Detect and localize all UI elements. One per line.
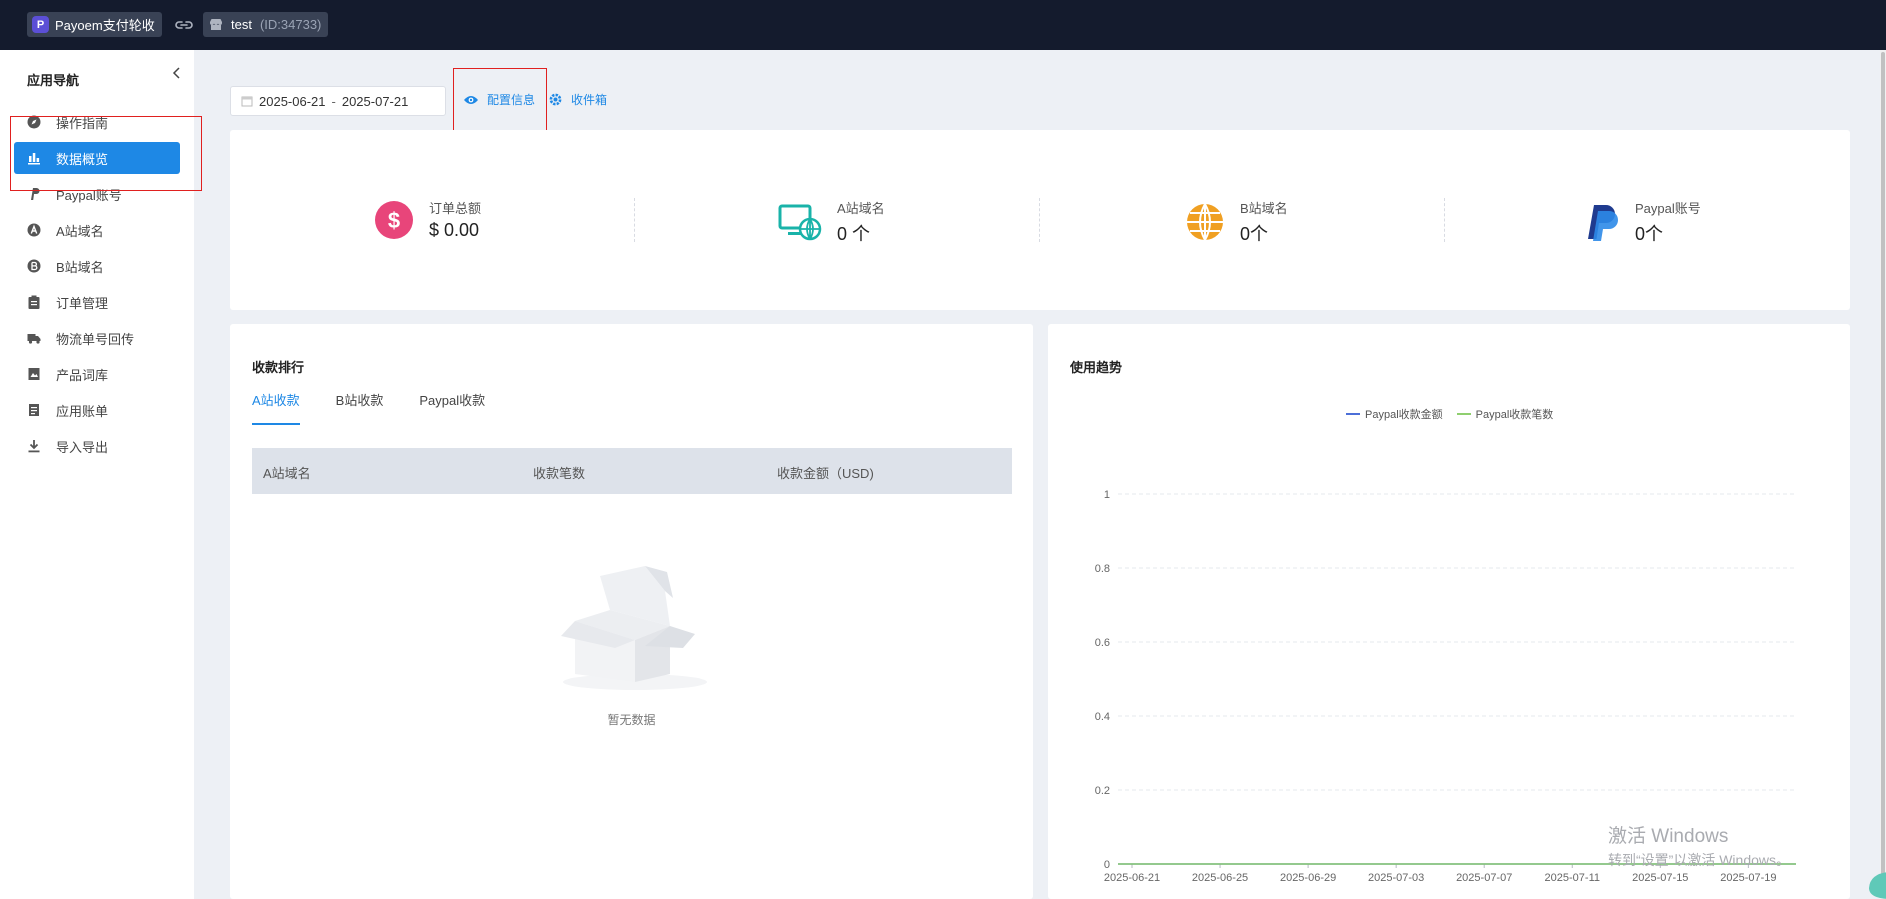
- sidebar-item-tracking[interactable]: 物流单号回传: [0, 320, 194, 356]
- trend-card: 使用趋势 Paypal收款金额 Paypal收款笔数 0 0.2 0.4 0.6 0.8…: [1048, 324, 1850, 899]
- download-icon: [27, 439, 41, 453]
- date-end: 2025-07-21: [341, 93, 409, 109]
- globe-icon: [1187, 203, 1223, 241]
- sidebar-item-label: 应用账单: [56, 403, 109, 419]
- dollar-circle-icon: $: [375, 200, 413, 239]
- inbox-link[interactable]: 收件箱: [548, 91, 607, 108]
- stat-order-total: $ 订单总额 $ 0.00: [374, 198, 481, 241]
- sidebar-item-label: A站域名: [56, 223, 104, 239]
- circle-b-icon: [27, 259, 41, 273]
- stat-value: 0个: [1635, 224, 1664, 244]
- stat-b-domain: B站域名 0个: [1185, 198, 1288, 246]
- highlight-box: [10, 116, 202, 191]
- app-name: Payoem支付轮收: [55, 18, 155, 33]
- store-switcher[interactable]: test (ID:34733): [203, 12, 329, 37]
- column-header: 收款笔数: [533, 466, 586, 481]
- svg-text:$: $: [388, 208, 400, 233]
- stat-value: $ 0.00: [429, 220, 480, 240]
- monitor-globe-icon: [778, 204, 822, 241]
- sidebar-title: 应用导航: [27, 73, 80, 88]
- sidebar-item-import-export[interactable]: 导入导出: [0, 428, 194, 464]
- floating-assistant-icon[interactable]: [1866, 870, 1886, 899]
- store-icon: [210, 19, 222, 30]
- x-tick-label: 2025-07-03: [1368, 872, 1424, 884]
- empty-box-icon: [561, 566, 707, 690]
- watermark-line-1: 激活 Windows: [1608, 826, 1729, 847]
- tab-a-site[interactable]: A站收款: [252, 390, 300, 425]
- sidebar-item-label: 导入导出: [56, 439, 109, 455]
- x-tick-label: 2025-06-29: [1280, 872, 1336, 884]
- config-info-link[interactable]: 配置信息: [463, 91, 535, 108]
- link-icon[interactable]: [174, 16, 194, 34]
- stat-value: 0个: [1240, 224, 1269, 244]
- gear-icon: [549, 93, 562, 106]
- calendar-icon: [241, 96, 253, 107]
- y-tick-label: 1: [1104, 489, 1110, 501]
- tab-b-site[interactable]: B站收款: [336, 390, 384, 425]
- store-name: test: [231, 17, 252, 32]
- truck-icon: [27, 331, 41, 345]
- x-tick-label: 2025-07-11: [1545, 872, 1600, 884]
- y-tick-label: 0.2: [1095, 785, 1110, 797]
- tab-paypal[interactable]: Paypal收款: [419, 390, 485, 425]
- watermark-line-2: 转到“设置”以激活 Windows。: [1608, 852, 1791, 868]
- inbox-label: 收件箱: [571, 93, 608, 107]
- y-tick-label: 0.6: [1095, 637, 1110, 649]
- x-tick-label: 2025-07-07: [1456, 872, 1512, 884]
- sidebar-item-product-words[interactable]: 产品词库: [0, 356, 194, 392]
- stat-label: Paypal账号: [1635, 201, 1701, 216]
- top-bar: P Payoem支付轮收 test (ID:34733): [0, 0, 1886, 50]
- sidebar-item-a-domain[interactable]: A站域名: [0, 212, 194, 248]
- x-tick-label: 2025-06-21: [1104, 872, 1160, 884]
- empty-text: 暂无数据: [607, 713, 656, 727]
- store-id: (ID:34733): [259, 17, 322, 32]
- x-tick-label: 2025-06-25: [1192, 872, 1248, 884]
- sidebar-item-label: 产品词库: [56, 367, 109, 383]
- stat-label: 订单总额: [429, 201, 482, 216]
- y-tick-label: 0.8: [1095, 563, 1110, 575]
- clipboard-icon: [27, 295, 41, 309]
- column-header: A站域名: [263, 466, 311, 481]
- app-logo-icon: P: [32, 16, 49, 33]
- eye-icon: [464, 95, 478, 104]
- column-header: 收款金额（USD): [777, 466, 874, 481]
- stat-divider: [634, 198, 635, 242]
- stat-paypal: Paypal账号 0个: [1580, 198, 1701, 246]
- sidebar-item-billing[interactable]: 应用账单: [0, 392, 194, 428]
- paypal-logo-icon: [1588, 205, 1618, 241]
- date-separator: -: [331, 93, 336, 109]
- config-info-label: 配置信息: [487, 93, 536, 107]
- stat-divider: [1444, 198, 1445, 242]
- y-tick-label: 0.4: [1095, 711, 1110, 723]
- sidebar-item-orders[interactable]: 订单管理: [0, 284, 194, 320]
- sidebar-item-label: 物流单号回传: [56, 331, 135, 347]
- y-tick-label: 0: [1104, 859, 1110, 871]
- circle-a-icon: [27, 223, 41, 237]
- image-book-icon: [27, 367, 41, 381]
- stat-label: B站域名: [1240, 201, 1288, 216]
- table-header: A站域名 收款笔数 收款金额（USD): [252, 448, 1012, 494]
- windows-activation-watermark: 激活 Windows 转到“设置”以激活 Windows。: [1608, 821, 1790, 870]
- bill-icon: [27, 403, 41, 417]
- ranking-card: 收款排行 A站收款 B站收款 Paypal收款 A站域名 收款笔数 收款金额（U…: [230, 324, 1033, 899]
- stats-card: $ 订单总额 $ 0.00 A站域名 0 个 B站域名 0个 Paypal账号 …: [230, 130, 1850, 310]
- stat-divider: [1039, 198, 1040, 242]
- stat-a-domain: A站域名 0 个: [778, 198, 885, 246]
- page-scrollbar[interactable]: [1880, 50, 1886, 899]
- x-tick-label: 2025-07-15: [1632, 872, 1688, 884]
- sidebar-item-b-domain[interactable]: B站域名: [0, 248, 194, 284]
- x-tick-label: 2025-07-19: [1720, 872, 1776, 884]
- date-start: 2025-06-21: [259, 93, 326, 109]
- stat-value: 0 个: [837, 224, 871, 244]
- sidebar-item-label: B站域名: [56, 259, 104, 275]
- ranking-tabs: A站收款 B站收款 Paypal收款: [252, 390, 485, 425]
- ranking-title: 收款排行: [252, 360, 305, 375]
- sidebar-item-label: 订单管理: [56, 295, 109, 311]
- stat-label: A站域名: [837, 201, 885, 216]
- date-range-picker[interactable]: 2025-06-21 - 2025-07-21: [230, 86, 446, 116]
- trend-chart: 0 0.2 0.4 0.6 0.8 1 2025-06-21 2025-06-25 2025-0…: [1095, 489, 1796, 884]
- collapse-chevron-left-icon[interactable]: [170, 66, 184, 80]
- app-switcher[interactable]: P Payoem支付轮收: [27, 12, 162, 37]
